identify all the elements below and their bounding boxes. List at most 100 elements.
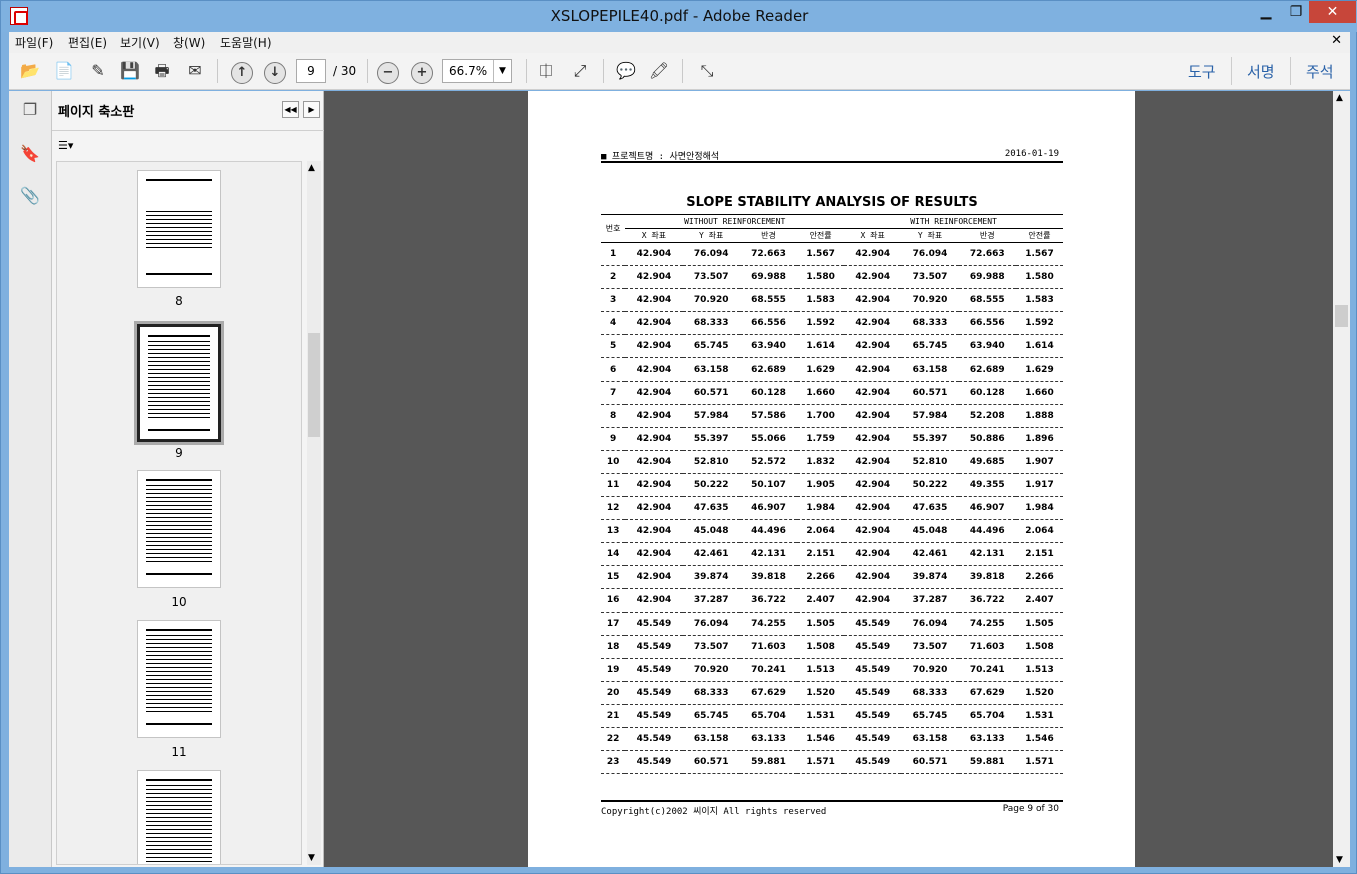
minimize-button[interactable]: ▁ xyxy=(1251,1,1281,23)
table-cell: 42.904 xyxy=(844,311,902,336)
print-icon[interactable]: 🖶 xyxy=(149,59,175,83)
open-file-icon[interactable]: 📂 xyxy=(17,59,43,83)
menu-help[interactable]: 도움말(H) xyxy=(220,34,272,51)
tools-link[interactable]: 도구 xyxy=(1188,61,1216,82)
table-cell: 39.874 xyxy=(901,565,959,590)
page-number-input[interactable]: 9 xyxy=(296,59,326,83)
save-icon[interactable]: 💾 xyxy=(117,59,143,83)
table-cell: 45.549 xyxy=(625,750,683,775)
row-number: 21 xyxy=(601,704,626,728)
table-cell: 36.722 xyxy=(958,588,1016,613)
zoom-in-icon[interactable]: + xyxy=(409,59,435,84)
row-number: 4 xyxy=(601,311,626,336)
table-cell: 42.131 xyxy=(958,542,1016,567)
table-cell: 52.572 xyxy=(739,450,798,474)
thumbnail-page-11[interactable] xyxy=(137,620,221,738)
comment-icon[interactable]: 💬 xyxy=(613,59,639,83)
fullscreen-icon[interactable]: ⤡ xyxy=(694,59,720,83)
previous-page-icon[interactable]: ↑ xyxy=(229,59,255,84)
thumbnail-page-10[interactable] xyxy=(137,470,221,588)
table-cell: 42.904 xyxy=(625,473,683,498)
table-row: 3 42.904 70.920 68.555 1.583 42.904 70.920 68.5… xyxy=(601,288,1063,313)
table-row: 18 45.549 73.507 71.603 1.508 45.549 73.507 71.… xyxy=(601,635,1063,659)
thumbnail-label: 10 xyxy=(171,595,187,609)
menu-edit[interactable]: 편집(E) xyxy=(68,34,107,51)
table-cell: 45.549 xyxy=(625,635,683,659)
footer-rule xyxy=(601,800,1063,802)
table-cell: 1.700 xyxy=(797,404,845,428)
menu-window[interactable]: 창(W) xyxy=(173,34,205,51)
thumbnail-page-9[interactable] xyxy=(137,324,221,442)
zoom-level-select[interactable]: 66.7% ▼ xyxy=(442,59,512,83)
collapse-panel-icon[interactable]: ◀◀ xyxy=(282,101,299,118)
thumbnail-scrollbar[interactable]: ▲ ▼ xyxy=(307,161,321,865)
sign-link[interactable]: 서명 xyxy=(1247,61,1275,82)
table-cell: 68.333 xyxy=(682,311,740,336)
table-cell: 45.549 xyxy=(625,704,683,728)
scrollbar-thumb[interactable] xyxy=(1335,305,1348,327)
scroll-down-icon[interactable]: ▼ xyxy=(308,853,315,863)
create-pdf-icon[interactable]: 📄 xyxy=(51,59,77,83)
table-cell: 1.907 xyxy=(1015,450,1063,474)
email-icon[interactable]: ✉ xyxy=(182,59,208,83)
table-row: 17 45.549 76.094 74.255 1.505 45.549 76.094 74.… xyxy=(601,612,1063,636)
close-button[interactable]: ✕ xyxy=(1309,1,1356,23)
scroll-up-icon[interactable]: ▲ xyxy=(1336,93,1343,103)
table-cell: 73.507 xyxy=(901,265,959,290)
page-thumbnails-icon[interactable]: ❐ xyxy=(17,97,43,123)
table-cell: 42.904 xyxy=(844,404,902,428)
scroll-up-icon[interactable]: ▲ xyxy=(308,163,315,173)
toolbar-separator xyxy=(603,59,604,83)
document-close-icon[interactable]: ✕ xyxy=(1331,33,1342,48)
attachment-icon[interactable]: 📎 xyxy=(17,183,43,209)
fit-width-icon[interactable]: ⤢ xyxy=(567,59,593,83)
row-number: 3 xyxy=(601,288,626,313)
table-cell: 42.904 xyxy=(625,381,683,405)
thumbnail-page-8[interactable] xyxy=(137,170,221,288)
row-number: 12 xyxy=(601,496,626,521)
zoom-out-icon[interactable]: − xyxy=(375,59,401,84)
thumbnail-panel: 페이지 축소판 ◀◀ ▶ ☰▾ 8 9 10 11 ▲ ▼ xyxy=(52,91,324,867)
table-cell: 1.660 xyxy=(1015,381,1063,405)
comment-link[interactable]: 주석 xyxy=(1306,61,1334,82)
fit-page-icon[interactable]: ⎅ xyxy=(533,59,559,83)
highlight-icon[interactable]: 🖍 xyxy=(646,59,672,83)
panel-options-icon[interactable]: ☰▾ xyxy=(58,139,84,157)
table-cell: 2.151 xyxy=(1015,542,1063,567)
chevron-down-icon[interactable]: ▼ xyxy=(493,60,511,82)
table-cell: 47.635 xyxy=(901,496,959,521)
scroll-down-icon[interactable]: ▼ xyxy=(1336,855,1343,865)
bookmark-icon[interactable]: 🔖 xyxy=(17,141,43,167)
table-cell: 39.874 xyxy=(682,565,740,590)
table-cell: 45.549 xyxy=(625,727,683,752)
row-number: 16 xyxy=(601,588,626,613)
menu-file[interactable]: 파일(F) xyxy=(15,34,53,51)
table-cell: 42.904 xyxy=(844,588,902,613)
table-cell: 42.904 xyxy=(625,565,683,590)
table-cell: 65.745 xyxy=(682,704,740,728)
table-cell: 67.629 xyxy=(958,681,1016,705)
col-header: 반경 xyxy=(739,228,798,243)
thumbnail-page-12[interactable] xyxy=(137,770,221,864)
table-cell: 63.158 xyxy=(682,357,740,382)
copyright: Copyright(c)2002 씨이지 All rights reserved xyxy=(601,807,827,817)
table-cell: 42.904 xyxy=(844,427,902,451)
table-cell: 68.333 xyxy=(901,681,959,705)
table-cell: 1.520 xyxy=(797,681,845,705)
expand-panel-icon[interactable]: ▶ xyxy=(303,101,320,118)
menu-view[interactable]: 보기(V) xyxy=(120,34,160,51)
document-scrollbar[interactable]: ▲ ▼ xyxy=(1333,91,1350,867)
table-cell: 42.904 xyxy=(844,565,902,590)
maximize-button[interactable]: ❐ xyxy=(1281,1,1311,23)
table-cell: 44.496 xyxy=(739,519,798,544)
table-cell: 42.904 xyxy=(844,381,902,405)
toolbar-separator xyxy=(367,59,368,83)
scrollbar-thumb[interactable] xyxy=(308,333,320,437)
table-cell: 42.904 xyxy=(844,542,902,567)
next-page-icon[interactable]: ↓ xyxy=(262,59,288,84)
edit-pdf-icon[interactable]: ✎ xyxy=(85,59,111,83)
app-window: XSLOPEPILE40.pdf - Adobe Reader ▁ ❐ ✕ 파일… xyxy=(0,0,1357,874)
table-cell: 2.407 xyxy=(797,588,845,613)
table-cell: 1.984 xyxy=(797,496,845,521)
table-cell: 42.904 xyxy=(844,450,902,474)
